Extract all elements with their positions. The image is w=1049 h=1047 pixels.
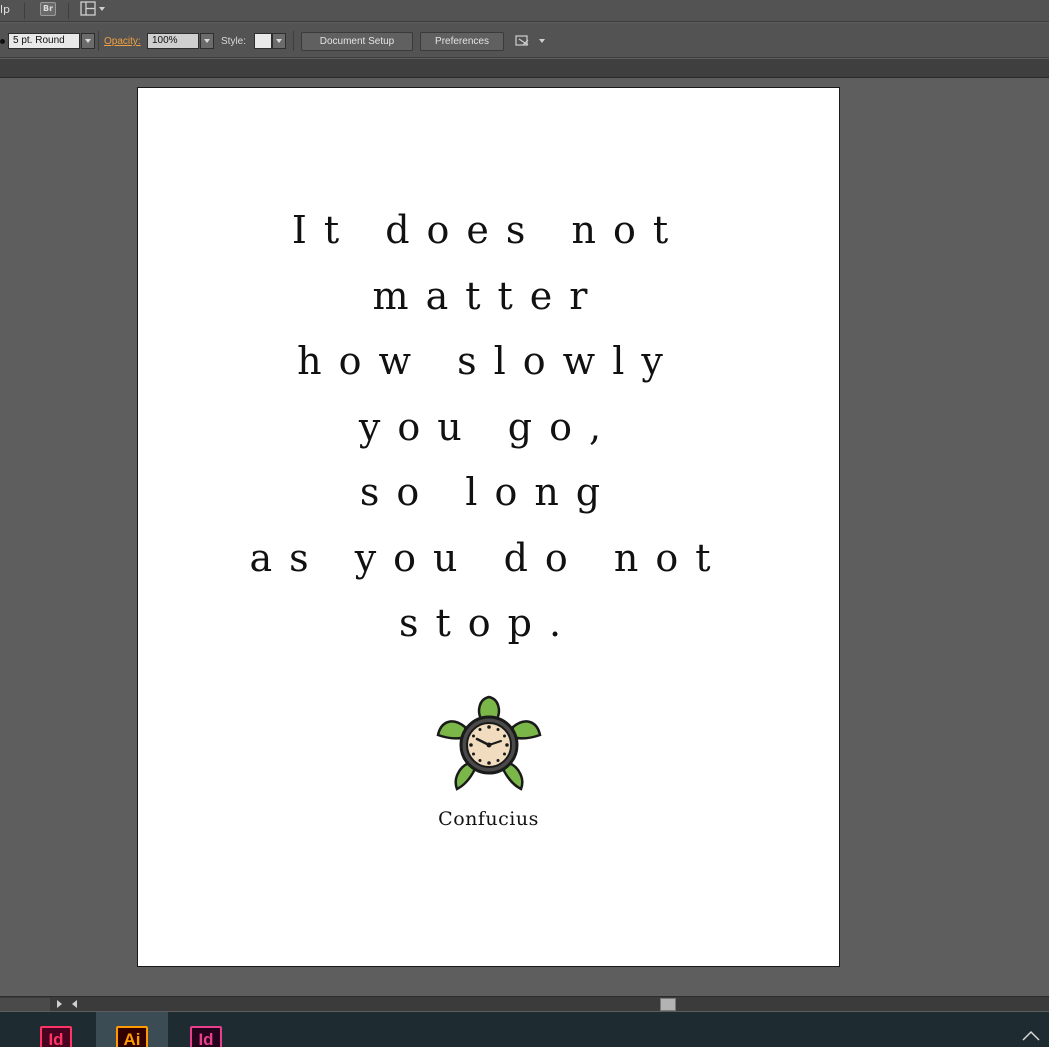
arrange-documents-icon <box>515 35 545 46</box>
opacity-label[interactable]: Opacity: <box>104 36 141 47</box>
arrange-workspace-button[interactable] <box>80 1 108 17</box>
illustrator-icon: Ai <box>116 1026 148 1047</box>
stroke-profile-dropdown[interactable] <box>81 33 95 49</box>
illustrator-window: lp Br 5 pt. Round Opacity: 100% Style: D… <box>0 0 1049 1047</box>
quote-line: It does not <box>291 208 686 252</box>
menu-help[interactable]: lp <box>0 3 10 16</box>
turtle-clock-icon <box>436 695 542 791</box>
taskbar-item-indesign-2[interactable]: Id <box>170 1012 242 1047</box>
quote-line: you go, <box>358 404 619 449</box>
quote-text[interactable]: It does not matter how slowly you go, so… <box>138 198 839 657</box>
stroke-profile-field[interactable]: 5 pt. Round <box>8 33 80 49</box>
scroll-left-arrow-icon[interactable] <box>68 997 82 1011</box>
chevron-up-icon[interactable] <box>1020 1022 1042 1044</box>
quote-line: so long <box>359 470 618 514</box>
control-bar: 5 pt. Round Opacity: 100% Style: Documen… <box>0 23 1049 58</box>
indesign-icon: Id <box>40 1026 72 1047</box>
layout-grid-icon <box>80 1 105 16</box>
opacity-dropdown[interactable] <box>200 33 214 49</box>
opacity-field[interactable]: 100% <box>147 33 199 49</box>
style-label: Style: <box>221 36 247 47</box>
status-menu-arrow-icon[interactable] <box>52 997 66 1011</box>
graphic-style-dropdown[interactable] <box>272 33 286 49</box>
menu-separator <box>24 3 25 19</box>
taskbar: Id Ai Id <box>0 1012 1049 1047</box>
control-separator <box>293 31 294 51</box>
taskbar-item-indesign[interactable]: Id <box>20 1012 92 1047</box>
graphic-style-swatch[interactable] <box>254 33 272 49</box>
document-setup-button[interactable]: Document Setup <box>301 32 413 51</box>
indesign-icon: Id <box>190 1026 222 1047</box>
author-attribution[interactable]: Confucius <box>138 808 839 830</box>
turtle-clock-illustration[interactable] <box>435 693 543 793</box>
scrollbar-thumb[interactable] <box>660 998 676 1011</box>
status-bar-field[interactable] <box>0 998 50 1011</box>
quote-line: how slowly <box>297 339 680 383</box>
bridge-button[interactable]: Br <box>40 2 56 16</box>
arrange-documents-button[interactable] <box>514 33 550 49</box>
control-separator <box>98 31 99 51</box>
taskbar-item-illustrator[interactable]: Ai <box>96 1012 168 1047</box>
horizontal-scrollbar[interactable] <box>0 996 1049 1011</box>
quote-line: as you do not <box>249 535 728 580</box>
canvas-area[interactable]: It does not matter how slowly you go, so… <box>0 79 1049 996</box>
stroke-profile-preview <box>0 39 5 44</box>
menu-separator <box>68 3 69 19</box>
preferences-button[interactable]: Preferences <box>420 32 504 51</box>
artboard[interactable]: It does not matter how slowly you go, so… <box>137 87 840 967</box>
quote-line: matter <box>372 273 605 318</box>
quote-line: stop. <box>398 601 579 645</box>
document-tab-strip <box>0 59 1049 78</box>
menu-bar: lp Br <box>0 0 1049 22</box>
